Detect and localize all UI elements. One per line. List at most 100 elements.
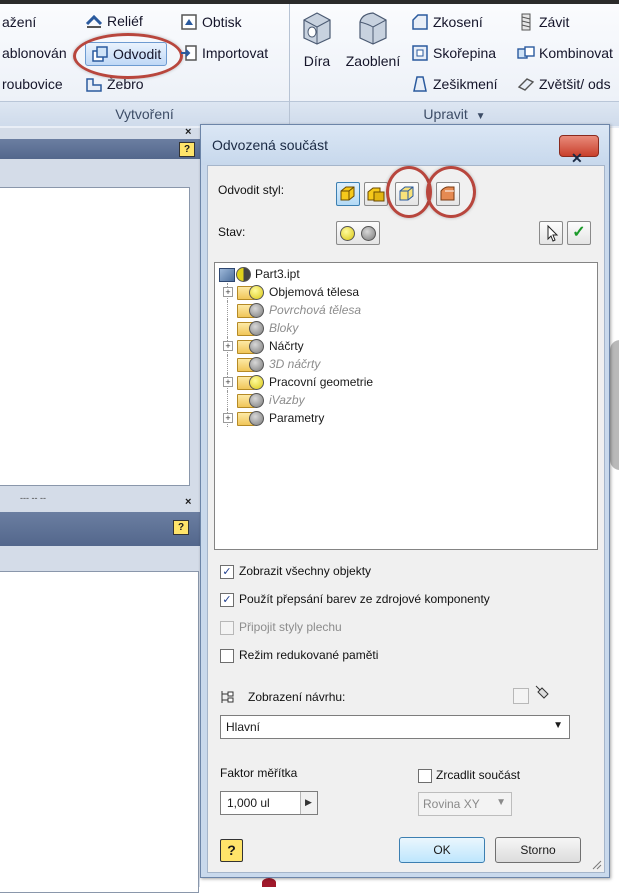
derive-style-single-solid-button[interactable] [336,182,360,206]
tree-node-label: Parametry [269,411,325,425]
relief-button[interactable]: Reliéf [85,10,143,32]
exclude-state-icon[interactable] [249,339,264,354]
help-icon[interactable]: ? [173,520,189,535]
mirror-plane-select[interactable]: Rovina XY ▼ [418,792,512,816]
option-checkbox[interactable]: ✓ [220,593,234,607]
import-button[interactable]: Importovat [180,42,268,64]
chamfer-icon [412,14,428,31]
mixed-state-icon[interactable] [236,267,251,282]
tree-node-label: Pracovní geometrie [269,375,374,389]
help-icon[interactable]: ? [220,839,243,862]
hole-label: Díra [303,53,331,69]
tree-node-label: 3D náčrty [269,357,321,371]
derive-style-single-solid-seams-button[interactable] [364,182,388,206]
tree-node[interactable]: 3D náčrty [215,355,595,373]
ribbon-item-cut-2[interactable]: ablonován [2,42,67,64]
link-icon[interactable] [534,684,552,702]
expand-icon[interactable]: + [223,341,233,351]
pane-fragment: --- -- -- [20,493,46,503]
state-toggle-group[interactable] [336,221,380,245]
select-from-base-button[interactable] [539,221,563,245]
resize-grip-icon[interactable] [590,858,602,870]
accept-button[interactable]: ✓ [567,221,591,245]
tree-node[interactable]: + Náčrty [215,337,595,355]
panel-title-modify[interactable]: Upravit ▼ [290,101,619,126]
tree-node[interactable]: + Pracovní geometrie [215,373,595,391]
expand-icon[interactable]: + [223,377,233,387]
tree-node[interactable]: Povrchová tělesa [215,301,595,319]
scale-factor-label: Faktor měřítka [220,766,298,780]
check-icon: ✓ [572,224,586,241]
relief-icon [85,15,103,29]
exclude-state-icon[interactable] [249,303,264,318]
fillet-button[interactable]: Zaoblení [342,10,404,69]
design-view-associative-checkbox[interactable] [513,688,529,704]
exclude-state-icon[interactable] [249,321,264,336]
tree-node[interactable]: + Objemová tělesa [215,283,595,301]
dialog-body: Odvodit styl: Stav: ✓ Part3.ipt + Objemová… [207,165,605,873]
model-fragment-bottom [262,878,276,887]
thread-label: Závit [539,14,570,30]
ribbon: ažení ablonován roubovice Reliéf Odvodit… [0,0,619,129]
relief-label: Reliéf [107,13,143,29]
ribbon-item-cut-3[interactable]: roubovice [2,73,63,95]
option-checkbox[interactable] [220,649,234,663]
scale-factor-value: 1,000 ul [227,796,270,810]
exclude-icon[interactable] [361,226,376,241]
cancel-button[interactable]: Storno [495,837,581,863]
option-checkbox[interactable]: ✓ [220,565,234,579]
expand-icon[interactable]: + [223,287,233,297]
mirror-part-checkbox[interactable] [418,769,432,783]
pane-header-top [0,139,200,159]
thicken-offset-label: Zvětšit/ ods [539,76,611,92]
chamfer-button[interactable]: Zkosení [411,11,483,33]
include-state-icon[interactable] [249,285,264,300]
derive-tree[interactable]: Part3.ipt + Objemová tělesa Povrchová těles… [214,262,598,550]
design-view-select[interactable]: Hlavní ▼ [220,715,570,739]
highlight-oval-surface [426,166,476,218]
hole-button[interactable]: Díra [297,10,337,69]
draft-button[interactable]: Zešikmení [411,73,498,95]
include-icon[interactable] [340,226,355,241]
tree-node[interactable]: Bloky [215,319,595,337]
decal-button[interactable]: Obtisk [180,11,242,33]
scale-spin-button[interactable]: ▶ [300,792,317,814]
combine-button[interactable]: Kombinovat [517,42,613,64]
thread-button[interactable]: Závit [517,11,569,33]
ok-button[interactable]: OK [399,837,485,863]
shell-icon [412,45,428,62]
ribbon-item-cut-1[interactable]: ažení [2,11,36,33]
combine-label: Kombinovat [539,45,613,61]
close-icon[interactable]: × [185,496,191,508]
exclude-state-icon[interactable] [249,411,264,426]
tree-node[interactable]: Part3.ipt [215,265,595,283]
pane-header-bottom [0,512,200,546]
exclude-state-icon[interactable] [249,357,264,372]
decal-label: Obtisk [202,14,242,30]
derived-part-dialog: Odvozená součást ✕ Odvodit styl: Stav: ✓ [200,124,610,878]
include-state-icon[interactable] [249,375,264,390]
ribbon-top-border [0,0,619,4]
dialog-titlebar[interactable]: Odvozená součást ✕ [201,125,609,166]
chevron-down-icon: ▼ [553,720,563,731]
thicken-offset-button[interactable]: Zvětšit/ ods [517,73,611,95]
shell-button[interactable]: Skořepina [411,42,496,64]
scale-factor-input[interactable]: 1,000 ul ▶ [220,791,318,815]
exclude-state-icon[interactable] [249,393,264,408]
dialog-close-button[interactable]: ✕ [559,135,599,166]
thread-icon [521,13,531,31]
help-icon[interactable]: ? [179,142,195,157]
hole-icon [303,12,331,45]
expand-icon[interactable]: + [223,413,233,423]
close-icon[interactable]: × [185,126,191,138]
option-checkbox[interactable] [220,621,234,635]
cursor-icon [547,224,559,242]
tree-node[interactable]: iVazby [215,391,595,409]
browser-pane-top[interactable] [0,187,190,486]
tree-node[interactable]: + Parametry [215,409,595,427]
combine-icon [517,46,535,59]
single-solid-icon [340,186,355,201]
browser-pane-bottom[interactable] [0,571,199,893]
rib-icon [86,78,102,93]
design-view-icon [221,691,234,703]
